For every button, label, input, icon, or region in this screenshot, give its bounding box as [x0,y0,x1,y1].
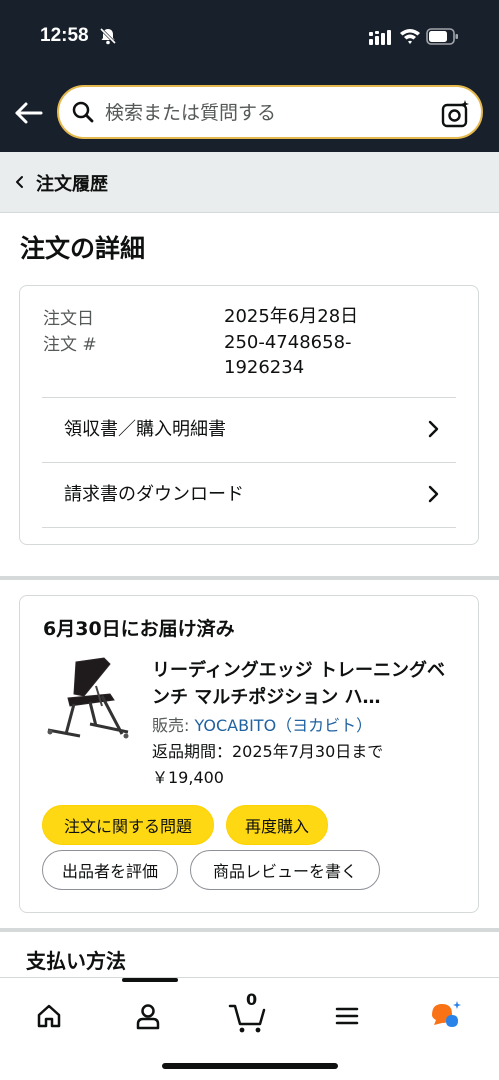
order-problem-button[interactable]: 注文に関する問題 [42,805,214,845]
payment-method-title: 支払い方法 [26,949,126,973]
wifi-icon [400,29,420,44]
section-divider [0,928,499,932]
back-arrow-icon[interactable] [12,96,46,130]
write-review-label: 商品レビューを書く [212,862,357,881]
order-number-value-line2: 1926234 [224,357,305,378]
chevron-left-icon [16,176,23,188]
signal-icon [369,30,391,45]
order-date-value: 2025年6月28日 [224,306,359,327]
menu-icon [335,1007,359,1025]
return-window: 返品期間：2025年7月30日まで [152,742,384,761]
home-indicator [162,1063,338,1069]
chevron-right-icon [428,420,439,438]
silent-bell-icon [99,27,117,45]
rate-seller-label: 出品者を評価 [61,862,158,881]
active-tab-indicator [122,978,178,982]
breadcrumb-label[interactable]: 注文履歴 [36,170,108,196]
camera-icon[interactable] [441,99,471,129]
rate-seller-button[interactable]: 出品者を評価 [42,850,178,890]
search-icon [72,101,94,123]
seller-link[interactable]: YOCABITO（ヨカビト） [194,716,372,735]
cart-count: 0 [246,990,258,1009]
section-divider [0,576,499,580]
product-title[interactable]: リーディングエッジ トレーニングベンチ マルチポジション ハ… [152,657,452,711]
buy-again-label: 再度購入 [244,817,309,836]
status-time: 12:58 [40,25,89,46]
chevron-right-icon [428,485,439,503]
search-bar[interactable] [57,85,483,139]
buy-again-button[interactable]: 再度購入 [226,805,328,845]
divider [42,527,456,528]
receipt-link[interactable]: 領収書／購入明細書 [42,397,456,461]
app-header: 12:58 [0,0,499,152]
page-title: 注文の詳細 [20,234,146,263]
nav-menu[interactable] [317,988,377,1044]
nav-account[interactable] [118,988,178,1044]
nav-home[interactable] [19,988,79,1044]
seller-label: 販売: [152,716,195,735]
delivery-status-title: 6月30日にお届け済み [43,618,235,640]
invoice-download-link[interactable]: 請求書のダウンロード [42,462,456,526]
battery-icon [426,28,458,45]
breadcrumb[interactable]: 注文履歴 [0,152,499,213]
order-info-card: 注文日 2025年6月28日 注文 # 250-4748658- 1926234… [19,285,479,545]
search-input[interactable] [105,99,425,127]
product-price: ￥19,400 [152,768,224,787]
delivery-card: 6月30日にお届け済み リーディングエッジ トレーニングベンチ マルチポジション… [19,595,479,913]
nav-cart[interactable]: 0 [218,988,278,1044]
receipt-link-label[interactable]: 領収書／購入明細書 [64,415,226,441]
product-image[interactable] [40,656,132,748]
order-number-label: 注文 # [43,335,97,355]
home-icon [37,1004,61,1028]
account-icon [136,1004,160,1030]
rufus-icon [432,1001,461,1027]
seller-line: 販売: YOCABITO（ヨカビト） [152,712,372,736]
order-problem-label: 注文に関する問題 [63,817,192,836]
status-bar: 12:58 [0,0,499,76]
order-date-label: 注文日 [43,309,94,329]
nav-rufus[interactable] [416,988,476,1044]
order-number-value-line1: 250-4748658- [224,332,352,353]
write-review-button[interactable]: 商品レビューを書く [190,850,380,890]
invoice-download-label[interactable]: 請求書のダウンロード [64,480,244,506]
